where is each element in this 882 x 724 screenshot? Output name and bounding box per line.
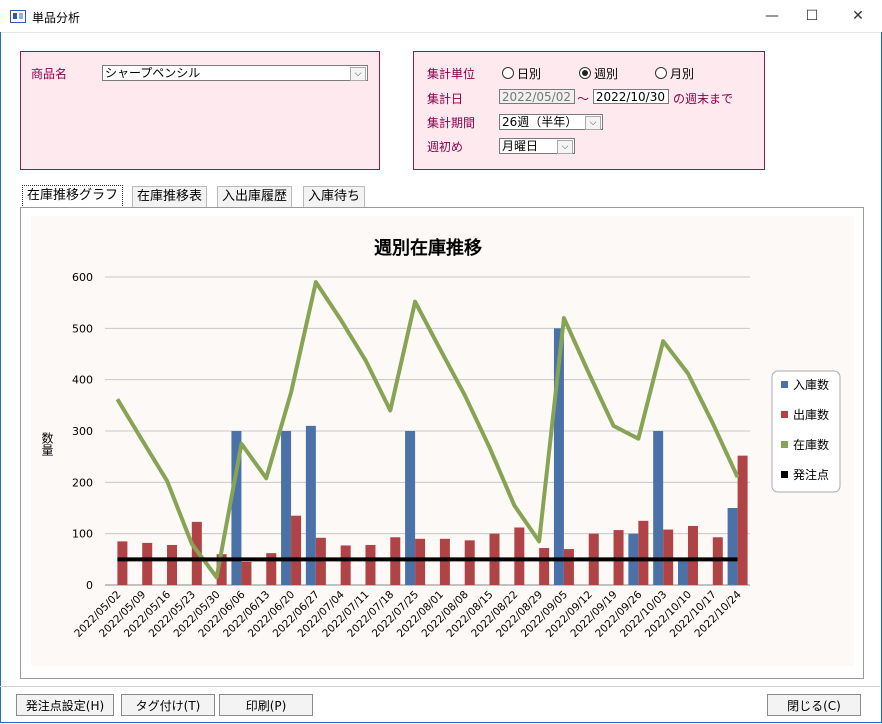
settings-panel: 集計単位 日別 週別 月別 集計日 2022/05/02 ～ 2022/10/3… (413, 51, 765, 170)
tab-awaiting[interactable]: 入庫待ち (303, 186, 366, 207)
date-from-field[interactable]: 2022/05/02 (499, 89, 575, 104)
radio-icon (502, 67, 514, 79)
product-value: シャープペンシル (105, 66, 201, 80)
radio-selected-icon (579, 67, 591, 79)
date-to-field[interactable]: 2022/10/30 (593, 89, 669, 104)
app-icon (10, 10, 26, 23)
period-value: 26週（半年） (502, 115, 578, 129)
chart-area (31, 216, 854, 666)
chevron-down-icon[interactable]: ⌵ (350, 67, 366, 81)
title-bar: 単品分析 — ☐ ✕ (0, 0, 882, 33)
close-window-button[interactable]: ✕ (838, 0, 878, 32)
date-suffix: の週末まで (673, 92, 734, 106)
weekstart-combo[interactable]: 月曜日 ⌵ (499, 138, 575, 154)
minimize-button[interactable]: — (752, 0, 792, 32)
weekstart-value: 月曜日 (502, 139, 539, 153)
window-title: 単品分析 (32, 11, 81, 25)
close-button[interactable]: 閉じる(C) (767, 694, 861, 716)
radio-daily[interactable]: 日別 (502, 65, 541, 82)
print-button[interactable]: 印刷(P) (219, 694, 313, 716)
product-panel: 商品名 シャープペンシル ⌵ (20, 51, 380, 170)
radio-monthly-label: 月別 (670, 67, 695, 81)
radio-icon (655, 67, 667, 79)
tab-pane (20, 207, 864, 679)
reorder-point-button[interactable]: 発注点設定(H) (16, 694, 114, 716)
tab-stock-graph[interactable]: 在庫推移グラフ (22, 185, 124, 208)
product-label: 商品名 (31, 67, 68, 81)
product-combo[interactable]: シャープペンシル ⌵ (102, 65, 368, 81)
radio-daily-label: 日別 (517, 67, 542, 81)
radio-weekly-label: 週別 (594, 67, 619, 81)
tab-history[interactable]: 入出庫履歴 (217, 186, 293, 207)
chevron-down-icon[interactable]: ⌵ (557, 140, 573, 154)
maximize-button[interactable]: ☐ (792, 0, 832, 32)
tag-button[interactable]: タグ付け(T) (121, 694, 215, 716)
chevron-down-icon[interactable]: ⌵ (585, 116, 601, 130)
weekstart-label: 週初め (427, 140, 464, 154)
date-label: 集計日 (427, 92, 464, 106)
radio-weekly[interactable]: 週別 (579, 65, 618, 82)
tilde: ～ (577, 92, 590, 106)
unit-label: 集計単位 (427, 67, 476, 81)
radio-monthly[interactable]: 月別 (655, 65, 694, 82)
tab-stock-table[interactable]: 在庫推移表 (132, 186, 208, 207)
period-label: 集計期間 (427, 116, 476, 130)
footer-separator (0, 686, 880, 687)
period-combo[interactable]: 26週（半年） ⌵ (499, 114, 603, 130)
